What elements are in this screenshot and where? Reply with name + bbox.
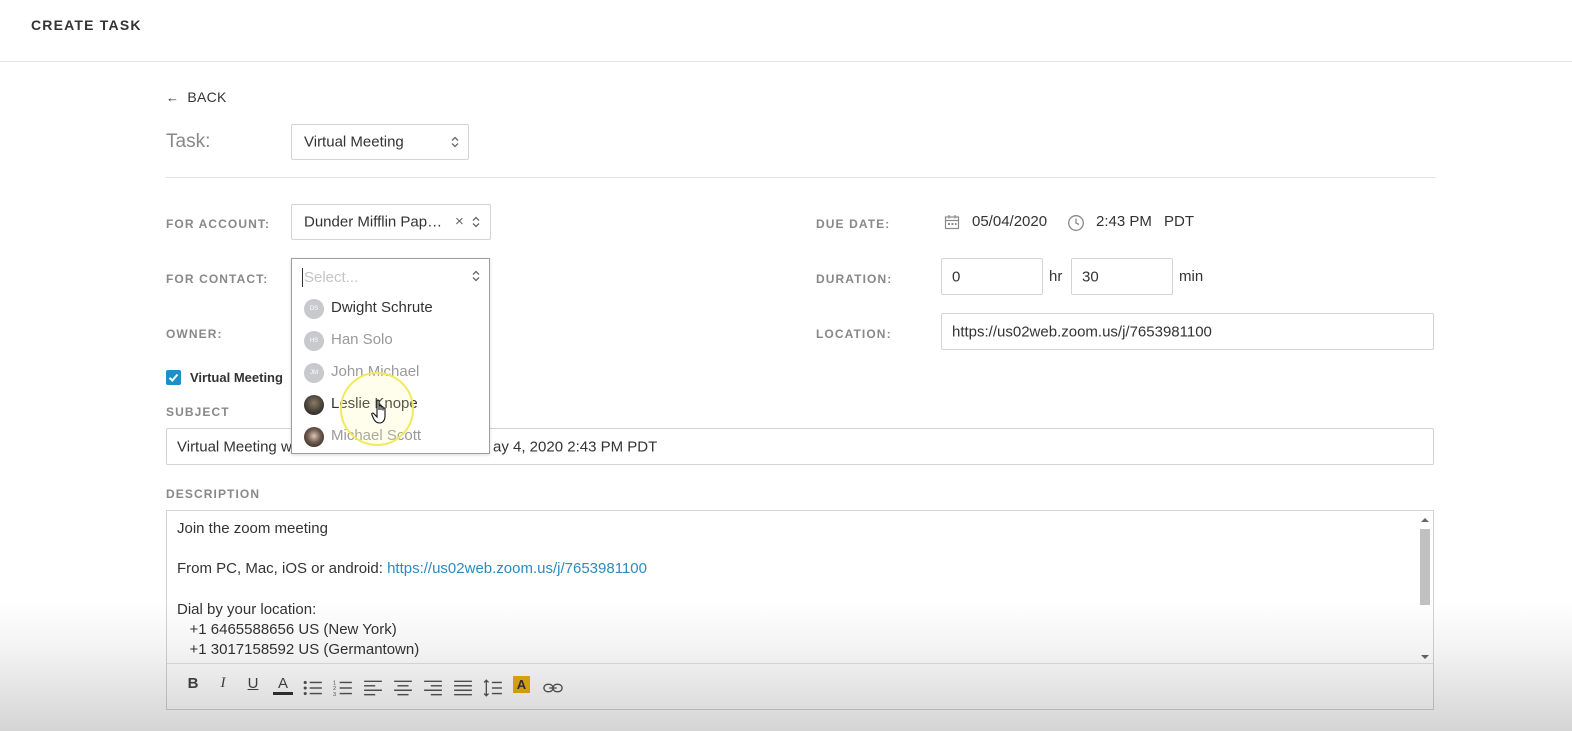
contact-option[interactable]: HS Han Solo: [304, 330, 484, 354]
duration-minutes-input[interactable]: 30: [1071, 258, 1173, 295]
rich-text-toolbar: B I U A 1 2 3 A: [167, 663, 1433, 709]
duration-hours-input[interactable]: 0: [941, 258, 1043, 295]
link-icon[interactable]: [543, 678, 563, 698]
sort-icon: [472, 216, 480, 228]
contact-option[interactable]: Michael Scott: [304, 426, 484, 450]
avatar: JM: [304, 363, 324, 383]
scroll-up-icon[interactable]: [1421, 517, 1429, 523]
task-type-value: Virtual Meeting: [304, 133, 404, 151]
font-color-icon[interactable]: A: [273, 675, 293, 695]
justify-icon[interactable]: [453, 678, 473, 698]
duration-label: DURATION:: [816, 272, 893, 286]
align-center-icon[interactable]: [393, 678, 413, 698]
description-text: Dial by your location:: [177, 601, 317, 618]
contact-option-name: John Michael: [331, 363, 420, 380]
description-scrollbar[interactable]: [1418, 513, 1432, 664]
contact-option-name: Leslie Knope: [331, 395, 418, 412]
description-text: +1 3017158592 US (Germantown): [177, 641, 420, 658]
back-button[interactable]: ← BACK: [166, 89, 227, 105]
timezone-value: PDT: [1164, 213, 1194, 230]
arrow-left-icon: ←: [166, 90, 180, 105]
owner-label: OWNER:: [166, 327, 223, 341]
sort-icon: [451, 136, 459, 148]
contact-option[interactable]: Leslie Knope: [304, 394, 484, 418]
contact-option[interactable]: DS Dwight Schrute: [304, 298, 484, 322]
clock-icon[interactable]: [1067, 214, 1085, 232]
avatar: [304, 427, 324, 447]
description-text: +1 6465588656 US (New York): [177, 621, 397, 638]
hr-unit: hr: [1049, 268, 1063, 285]
align-left-icon[interactable]: [363, 678, 383, 698]
duration-minutes-value: 30: [1082, 268, 1099, 285]
align-right-icon[interactable]: [423, 678, 443, 698]
svg-text:3: 3: [333, 692, 336, 698]
calendar-icon[interactable]: [944, 214, 960, 230]
due-date-label: DUE DATE:: [816, 217, 891, 231]
contact-option[interactable]: JM John Michael: [304, 362, 484, 386]
due-date-value[interactable]: 05/04/2020: [972, 213, 1047, 230]
underline-icon[interactable]: U: [243, 675, 263, 695]
min-unit: min: [1179, 268, 1204, 285]
for-contact-label: FOR CONTACT:: [166, 272, 269, 286]
subject-label: SUBJECT: [166, 405, 230, 419]
virtual-meeting-label: Virtual Meeting: [190, 370, 283, 385]
contact-dropdown[interactable]: Select... DS Dwight Schrute HS Han Solo …: [291, 258, 490, 454]
avatar: HS: [304, 331, 324, 351]
numbered-list-icon[interactable]: 1 2 3: [333, 678, 353, 698]
contact-option-name: Dwight Schrute: [331, 299, 433, 316]
due-time-value[interactable]: 2:43 PM: [1096, 213, 1152, 230]
description-editor[interactable]: Join the zoom meeting From PC, Mac, iOS …: [166, 510, 1434, 710]
task-label: Task:: [166, 131, 211, 152]
scrollbar-thumb[interactable]: [1420, 529, 1430, 605]
sort-icon: [472, 270, 480, 282]
back-label: BACK: [187, 89, 227, 105]
for-account-label: FOR ACCOUNT:: [166, 217, 271, 231]
for-account-select[interactable]: Dunder Mifflin Pap… ×: [291, 204, 491, 240]
line-height-icon[interactable]: [483, 678, 503, 698]
scroll-down-icon[interactable]: [1421, 654, 1429, 660]
duration-hours-value: 0: [952, 268, 961, 285]
highlight-icon[interactable]: A: [513, 676, 530, 693]
virtual-meeting-checkbox[interactable]: [166, 370, 181, 385]
clear-icon[interactable]: ×: [455, 213, 464, 230]
check-icon: [168, 373, 179, 382]
zoom-link[interactable]: https://us02web.zoom.us/j/7653981100: [387, 560, 647, 577]
bullet-list-icon[interactable]: [303, 678, 323, 698]
location-value: https://us02web.zoom.us/j/7653981100: [952, 323, 1212, 340]
section-divider: [166, 177, 1435, 178]
for-account-value: Dunder Mifflin Pap…: [304, 213, 443, 231]
page-title: CREATE TASK: [31, 17, 142, 33]
italic-icon[interactable]: I: [213, 675, 233, 695]
description-text: From PC, Mac, iOS or android: https://us…: [177, 560, 647, 577]
bold-icon[interactable]: B: [183, 675, 203, 695]
description-label: DESCRIPTION: [166, 487, 261, 501]
contact-option-name: Michael Scott: [331, 427, 422, 444]
subject-value-start: Virtual Meeting w: [177, 438, 292, 455]
location-label: LOCATION:: [816, 327, 892, 341]
task-type-select[interactable]: Virtual Meeting: [291, 124, 469, 160]
avatar: DS: [304, 299, 324, 319]
avatar: [304, 395, 324, 415]
subject-value-end: ay 4, 2020 2:43 PM PDT: [493, 438, 658, 455]
location-input[interactable]: https://us02web.zoom.us/j/7653981100: [941, 313, 1434, 350]
description-text: Join the zoom meeting: [177, 520, 328, 537]
contact-search-input[interactable]: Select...: [302, 268, 358, 287]
top-bar: CREATE TASK: [0, 0, 1572, 62]
contact-option-name: Han Solo: [331, 331, 393, 348]
